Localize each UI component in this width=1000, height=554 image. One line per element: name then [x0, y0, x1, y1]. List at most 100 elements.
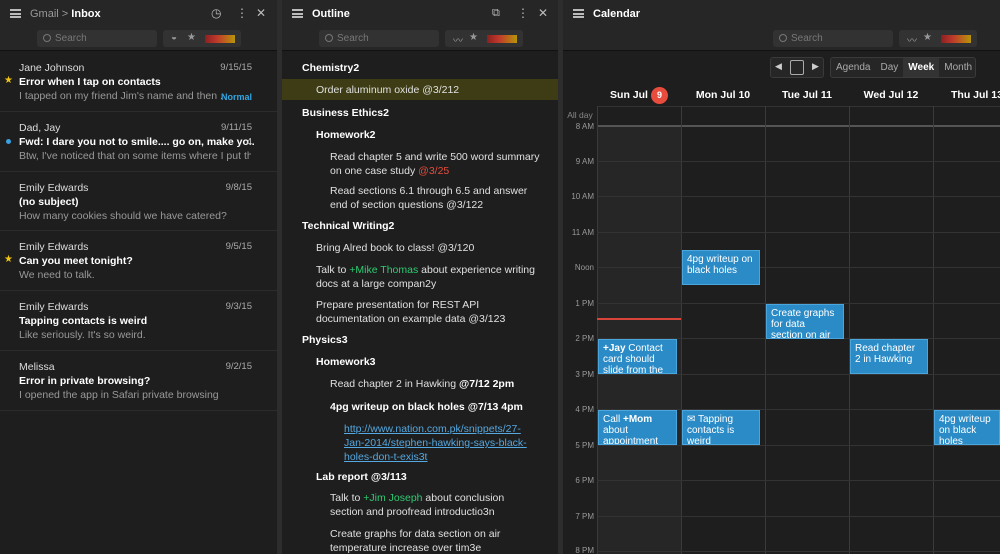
today-calendar-icon[interactable] [790, 60, 804, 75]
expand-icon[interactable]: ⧉ [492, 6, 500, 20]
calendar-event[interactable]: 4pg writeup on black holes [682, 250, 760, 285]
list-item[interactable]: Emily Edwards 9/8/15 (no subject) How ma… [0, 172, 277, 232]
more-icon[interactable]: ⋮ [236, 6, 248, 20]
trend-filter-icon[interactable]: 〰 [907, 32, 917, 47]
outline-item[interactable]: Read chapter 2 in Hawking @7/12 2pm [282, 377, 558, 391]
outline-item[interactable]: Read chapter 5 and write 500 word summar… [282, 150, 558, 178]
view-agenda[interactable]: Agenda [831, 58, 875, 77]
list-item[interactable]: Dad, Jay 9/11/15 Fwd: I dare you not to … [0, 112, 277, 172]
calendar-filter-bar[interactable]: 〰 ★ [899, 30, 977, 47]
outline-subheading[interactable]: Homework2 [282, 128, 558, 142]
next-arrow-icon[interactable]: ▶ [812, 61, 819, 72]
outline-item[interactable]: Create graphs for data section on air te… [282, 527, 558, 554]
view-day[interactable]: Day [875, 58, 903, 77]
calendar-event[interactable]: Call +Mom about appointment [598, 410, 677, 445]
outline-item-text: on one case study [330, 165, 419, 177]
url-link[interactable]: Jan-2014/stephen-hawking-says-black- [344, 436, 558, 450]
outline-item[interactable]: 4pg writeup on black holes @7/13 4pm [282, 400, 558, 414]
url-link[interactable]: http://www.nation.com.pk/snippets/27- [344, 422, 558, 436]
day-header[interactable]: Sun Jul 9 [597, 85, 681, 106]
mail-subject: Fwd: I dare you not to smile.... go on, … [19, 135, 254, 148]
hour-line [597, 445, 1000, 446]
mail-icon: ✉ [687, 414, 698, 425]
outline-item-text-line1: Talk to +Jim Joseph about conclusion [330, 491, 558, 505]
mail-app-name[interactable]: Gmail [30, 8, 59, 20]
list-item[interactable]: Emily Edwards 9/3/15 Tapping contacts is… [0, 291, 277, 351]
outline-link-item[interactable]: http://www.nation.com.pk/snippets/27- Ja… [282, 422, 558, 464]
inbox-filter-icon[interactable]: ◒ [171, 32, 177, 43]
menu-icon[interactable] [292, 9, 303, 18]
star-filter-icon[interactable]: ★ [187, 32, 196, 43]
star-filter-icon[interactable]: ★ [469, 32, 478, 43]
mail-filter-bar[interactable]: ◒ ★ [163, 30, 241, 47]
mail-subject: Error when I tap on contacts [19, 76, 161, 88]
priority-heat-icon[interactable] [487, 35, 517, 43]
outline-heading[interactable]: Chemistry2 [282, 61, 558, 75]
outline-item[interactable]: Bring Alred book to class! @3/120 [282, 241, 558, 255]
outline-item[interactable]: Talk to +Jim Joseph about conclusion sec… [282, 491, 558, 519]
star-icon[interactable]: ★ [4, 74, 13, 88]
star-filter-icon[interactable]: ★ [923, 32, 932, 43]
day-header[interactable]: Wed Jul 12 [849, 85, 933, 106]
mail-search-input[interactable]: Search [37, 30, 157, 47]
day-label: Thu Jul 13 [951, 89, 1000, 101]
clock-icon[interactable]: ◷ [211, 6, 221, 20]
outline-item[interactable]: Prepare presentation for REST API docume… [282, 298, 558, 326]
outline-item-text: Read sections 6.1 through 6.5 and answer [330, 185, 528, 197]
priority-heat-icon[interactable] [941, 35, 971, 43]
outline-search-input[interactable]: Search [319, 30, 439, 47]
more-icon[interactable]: ⋮ [517, 6, 529, 20]
close-icon[interactable]: ✕ [256, 6, 266, 20]
outline-heading[interactable]: Technical Writing2 [282, 219, 558, 233]
priority-heat-icon[interactable] [205, 35, 235, 43]
star-icon[interactable]: ★ [4, 253, 13, 267]
outline-heading-text: Chemistry2 [302, 62, 360, 74]
mail-date: 9/2/15 [225, 360, 252, 372]
view-switcher: Agenda Day Week Month [830, 57, 976, 78]
outline-item-text: end of section questions @3/122 [330, 199, 484, 211]
outline-item-selected[interactable]: Order aluminum oxide @3/212 [282, 79, 558, 100]
outline-item-text: Bring Alred book to class! @3/120 [316, 242, 475, 254]
menu-icon[interactable] [573, 9, 584, 18]
event-title: 4pg writeup on black holes [939, 414, 991, 445]
trend-filter-icon[interactable]: 〰 [453, 32, 463, 47]
menu-icon[interactable] [10, 9, 21, 18]
event-title: 4pg writeup on black holes [687, 254, 753, 276]
day-header[interactable]: Tue Jul 11 [765, 85, 849, 106]
day-header[interactable]: Mon Jul 10 [681, 85, 765, 106]
url-link[interactable]: holes-don-t-exis3t [344, 450, 558, 464]
hour-line [597, 480, 1000, 481]
outline-title-text: Outline [312, 8, 350, 20]
contact-mention[interactable]: +Jim Joseph [363, 492, 422, 504]
calendar-event[interactable]: ✉ Tapping contacts is weird [682, 410, 760, 445]
calendar-event[interactable]: Create graphs for data section on air [766, 304, 844, 339]
calendar-event[interactable]: +Jay Contact card should slide from the [598, 339, 677, 374]
outline-heading[interactable]: Business Ethics2 [282, 106, 558, 120]
outline-item[interactable]: Talk to +Mike Thomas about experience wr… [282, 263, 558, 291]
list-item[interactable]: Melissa 9/2/15 Error in private browsing… [0, 351, 277, 411]
list-item[interactable]: ★ Emily Edwards 9/5/15 Can you meet toni… [0, 231, 277, 292]
calendar-search-input[interactable]: Search [773, 30, 893, 47]
calendar-event[interactable]: Read chapter 2 in Hawking [850, 339, 928, 374]
outline-subheading[interactable]: Lab report @3/113 [282, 470, 558, 484]
week-grid[interactable]: 4pg writeup on black holes Create graphs… [597, 106, 1000, 554]
outline-item[interactable]: Read sections 6.1 through 6.5 and answer… [282, 184, 558, 212]
prev-arrow-icon[interactable]: ◀ [775, 61, 782, 72]
view-month[interactable]: Month [939, 58, 977, 77]
outline-filter-bar[interactable]: 〰 ★ [445, 30, 523, 47]
hour-line [597, 161, 1000, 162]
unread-dot-icon [6, 138, 11, 144]
mail-snippet: I tapped on my friend Jim's name and the… [19, 90, 224, 102]
calendar-event[interactable]: 4pg writeup on black holes [934, 410, 1000, 445]
event-title: Call [603, 414, 624, 425]
close-icon[interactable]: ✕ [538, 6, 548, 20]
outline-heading[interactable]: Physics3 [282, 333, 558, 347]
list-item[interactable]: ★ Jane Johnson 9/15/15 Error when I tap … [0, 52, 277, 112]
view-week[interactable]: Week [903, 58, 940, 77]
allday-divider [597, 125, 1000, 127]
event-contact: +Mom [623, 414, 653, 425]
day-header[interactable]: Thu Jul 13 [933, 85, 1000, 106]
contact-mention[interactable]: +Mike Thomas [349, 264, 418, 276]
outline-header: Outline ⧉ ⋮ ✕ [282, 0, 558, 27]
outline-subheading[interactable]: Homework3 [282, 355, 558, 369]
